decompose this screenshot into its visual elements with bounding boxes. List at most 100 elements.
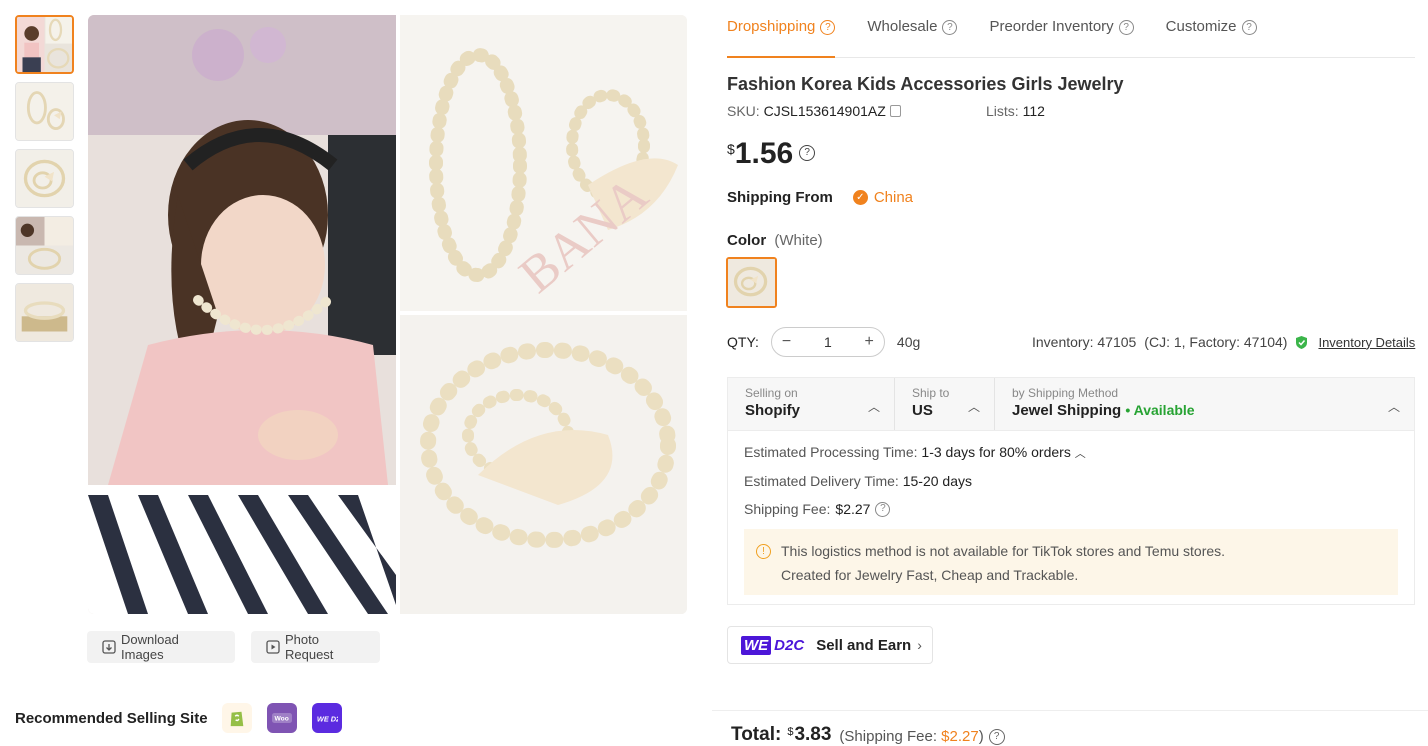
lists-row: Lists: 112 bbox=[986, 103, 1045, 119]
price: $ 1.56 ? bbox=[727, 137, 816, 171]
download-image-icon bbox=[101, 639, 117, 655]
decrement-button[interactable]: − bbox=[782, 333, 791, 351]
d2c-logo: D2C bbox=[774, 636, 805, 654]
inventory-total: Inventory: 47105 bbox=[1032, 334, 1137, 350]
help-icon[interactable]: ? bbox=[942, 20, 958, 35]
notice-line-2: Created for Jewelry Fast, Cheap and Trac… bbox=[781, 567, 1079, 583]
tab-preorder-inventory[interactable]: Preorder Inventory ? bbox=[989, 0, 1134, 58]
sku-row: SKU: CJSL153614901AZ bbox=[727, 103, 901, 119]
quantity-row: QTY: − 1 + 40g Inventory: 47105 (CJ: 1, … bbox=[727, 327, 1415, 357]
thumbnail-2[interactable] bbox=[15, 82, 74, 141]
shipping-method-select[interactable]: by Shipping Method Jewel Shipping • Avai… bbox=[995, 378, 1414, 430]
shipping-method-label: by Shipping Method bbox=[1012, 386, 1119, 400]
copy-icon[interactable] bbox=[889, 105, 901, 117]
thumbnail-1[interactable] bbox=[15, 15, 74, 74]
shipping-from-value[interactable]: China bbox=[874, 189, 913, 206]
woocommerce-icon[interactable]: Woo bbox=[266, 703, 297, 733]
tab-customize[interactable]: Customize ? bbox=[1166, 0, 1257, 58]
inventory-breakdown: (CJ: 1, Factory: 47104) bbox=[1144, 334, 1288, 350]
processing-time-label: Estimated Processing Time: bbox=[744, 444, 918, 460]
tab-label: Customize bbox=[1165, 18, 1237, 35]
total-row: Total: $ 3.83 (Shipping Fee: $2.27) ? bbox=[731, 724, 1005, 746]
sku-value: CJSL153614901AZ bbox=[763, 103, 886, 119]
thumbnail-3[interactable] bbox=[15, 149, 74, 208]
tab-label: Dropshipping bbox=[727, 18, 816, 35]
qty-label: QTY: bbox=[727, 334, 759, 350]
photo-request-label: Photo Request bbox=[285, 632, 334, 662]
shipping-fee-value: $2.27 bbox=[835, 501, 871, 517]
fee-value: $2.27 bbox=[941, 728, 979, 745]
total-help-icon[interactable]: ? bbox=[988, 729, 1005, 745]
processing-time-row: Estimated Processing Time: 1-3 days for … bbox=[744, 444, 1398, 461]
total-currency: $ bbox=[787, 726, 794, 738]
shopify-icon[interactable] bbox=[221, 703, 252, 733]
weight-value: 40g bbox=[896, 334, 921, 350]
svg-text:WE D2C: WE D2C bbox=[316, 714, 337, 723]
quantity-stepper: − 1 + bbox=[770, 327, 885, 357]
fee-suffix: ) bbox=[978, 728, 984, 745]
chevron-right-icon: › bbox=[917, 637, 922, 653]
logistics-details: Estimated Processing Time: 1-3 days for … bbox=[728, 431, 1414, 608]
tab-label: Wholesale bbox=[867, 18, 938, 35]
sell-and-earn-button[interactable]: WE D2C Sell and Earn › bbox=[727, 626, 933, 664]
shipping-fee-help-icon[interactable]: ? bbox=[875, 501, 891, 517]
inventory-info: Inventory: 47105 (CJ: 1, Factory: 47104)… bbox=[1032, 334, 1415, 350]
ship-to-select[interactable]: Ship to US ︿ bbox=[895, 378, 995, 430]
download-images-label: Download Images bbox=[121, 632, 179, 662]
logistics-notice: ! This logistics method is not available… bbox=[744, 529, 1398, 595]
tab-wholesale[interactable]: Wholesale ? bbox=[867, 0, 958, 58]
price-value: 1.56 bbox=[734, 137, 794, 170]
help-icon[interactable]: ? bbox=[820, 20, 836, 35]
lists-label: Lists: bbox=[986, 103, 1019, 119]
thumbnail-4[interactable] bbox=[15, 216, 74, 275]
delivery-time-label: Estimated Delivery Time: bbox=[744, 473, 899, 489]
delivery-time-value: 15-20 days bbox=[902, 473, 972, 489]
video-frame-icon bbox=[265, 639, 281, 655]
logistics-header: Selling on Shopify ︿ Ship to US ︿ by Shi… bbox=[728, 378, 1414, 431]
shipping-method-row: Jewel Shipping • Available bbox=[1012, 402, 1414, 419]
thumbnail-5[interactable] bbox=[15, 283, 74, 342]
wed2c-icon[interactable]: WE D2C bbox=[311, 703, 342, 733]
help-icon[interactable]: ? bbox=[1241, 20, 1257, 35]
lists-value: 112 bbox=[1022, 103, 1045, 119]
photo-request-button[interactable]: Photo Request bbox=[251, 631, 380, 663]
notice-line-1: This logistics method is not available f… bbox=[781, 543, 1226, 559]
increment-button[interactable]: + bbox=[865, 333, 874, 351]
warning-icon: ! bbox=[756, 544, 771, 559]
price-currency: $ bbox=[727, 141, 735, 157]
total-shipping-fee: (Shipping Fee: $2.27) bbox=[839, 728, 983, 745]
color-value: (White) bbox=[774, 232, 823, 249]
tab-dropshipping[interactable]: Dropshipping ? bbox=[727, 0, 836, 58]
inventory-details-link[interactable]: Inventory Details bbox=[1318, 335, 1415, 350]
download-images-button[interactable]: Download Images bbox=[87, 631, 235, 663]
thumbnail-list bbox=[15, 15, 75, 350]
shipping-fee-row: Shipping Fee: $2.27 ? bbox=[744, 501, 1398, 517]
color-row: Color (White) bbox=[727, 232, 823, 249]
divider bbox=[712, 710, 1428, 711]
svg-text:Woo: Woo bbox=[274, 716, 288, 723]
total-label: Total: bbox=[731, 724, 782, 745]
fee-prefix: (Shipping Fee: bbox=[839, 728, 942, 745]
expand-chevron-up-icon[interactable]: ︿ bbox=[1075, 448, 1086, 460]
main-product-image[interactable]: BANA bbox=[88, 15, 687, 614]
color-label: Color bbox=[727, 232, 767, 249]
chevron-up-icon: ︿ bbox=[1387, 400, 1400, 414]
we-logo: WE bbox=[741, 635, 772, 655]
selling-on-select[interactable]: Selling on Shopify ︿ bbox=[728, 378, 895, 430]
logistics-panel: Selling on Shopify ︿ Ship to US ︿ by Shi… bbox=[727, 377, 1415, 605]
total-amount: 3.83 bbox=[794, 724, 832, 745]
help-icon[interactable]: ? bbox=[1118, 20, 1134, 35]
price-help-icon[interactable]: ? bbox=[799, 145, 816, 161]
purchase-mode-tabs: Dropshipping ? Wholesale ? Preorder Inve… bbox=[727, 0, 1415, 58]
recommended-selling-site-label: Recommended Selling Site bbox=[15, 709, 208, 727]
check-circle-icon: ✓ bbox=[852, 190, 868, 205]
shipping-fee-label: Shipping Fee: bbox=[744, 501, 831, 517]
quantity-input[interactable]: 1 bbox=[824, 334, 832, 350]
processing-time-value: 1-3 days for 80% orders bbox=[921, 444, 1071, 460]
sell-and-earn-label: Sell and Earn bbox=[816, 636, 912, 654]
color-swatch-white[interactable] bbox=[726, 257, 777, 308]
shipping-method-value: Jewel Shipping bbox=[1012, 402, 1122, 419]
sku-label: SKU: bbox=[727, 103, 760, 119]
chevron-up-icon: ︿ bbox=[867, 400, 880, 414]
availability-status: • Available bbox=[1125, 402, 1195, 418]
